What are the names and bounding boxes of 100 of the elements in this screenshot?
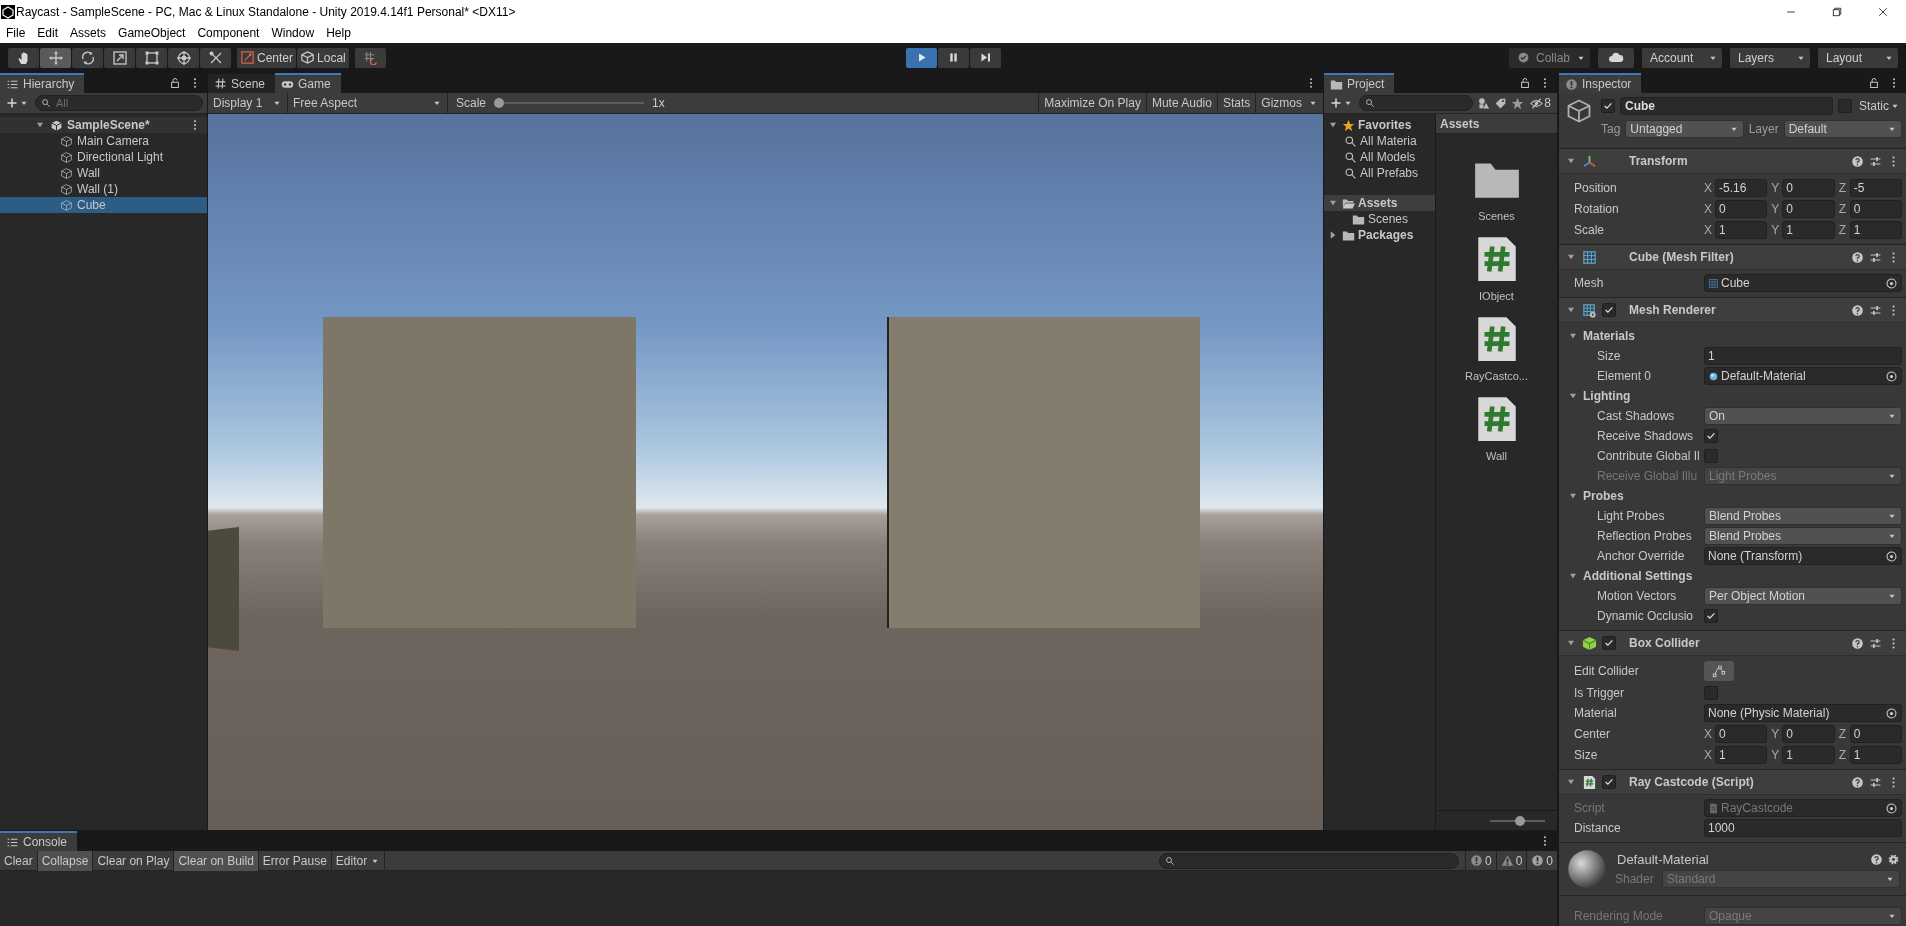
help-icon[interactable]	[1851, 636, 1864, 650]
number-field[interactable]: 0	[1782, 178, 1835, 197]
checkbox[interactable]	[1704, 429, 1718, 443]
rect-tool-button[interactable]	[136, 47, 167, 68]
checkbox[interactable]	[1602, 775, 1616, 789]
static-dropdown[interactable]: Static	[1857, 97, 1902, 115]
menu-item[interactable]: Window	[265, 26, 321, 40]
checkbox[interactable]	[1704, 686, 1718, 700]
number-field[interactable]: 1	[1849, 220, 1902, 239]
hierarchy-item[interactable]: Wall (1)	[0, 181, 207, 197]
object-picker-icon[interactable]	[1885, 549, 1898, 563]
search-field[interactable]	[1359, 95, 1474, 111]
sliders-icon[interactable]	[1869, 250, 1882, 264]
name-field[interactable]: Cube	[1620, 97, 1833, 115]
component-header[interactable]: Cube (Mesh Filter)	[1559, 245, 1906, 270]
object-picker-icon[interactable]	[1885, 276, 1898, 290]
help-icon[interactable]	[1851, 775, 1864, 789]
star-icon[interactable]	[1511, 96, 1525, 110]
sliders-icon[interactable]	[1869, 775, 1882, 789]
display-dropdown[interactable]: Display 1	[208, 92, 288, 114]
panel-tab[interactable]: Console	[0, 831, 78, 851]
aspect-dropdown[interactable]: Free Aspect	[288, 92, 448, 114]
collab-dropdown[interactable]: Collab	[1508, 47, 1590, 68]
tag-dropdown[interactable]: Untagged	[1625, 120, 1744, 138]
component-header[interactable]: Mesh Renderer	[1559, 298, 1906, 323]
grid-snap-button[interactable]	[354, 47, 386, 68]
component-header[interactable]: Ray Castcode (Script)	[1559, 770, 1906, 795]
checkbox[interactable]	[1602, 636, 1616, 650]
hierarchy-item[interactable]: Wall	[0, 165, 207, 181]
object-field[interactable]: None (Physic Material)	[1704, 704, 1902, 722]
text-field[interactable]: 1	[1704, 347, 1902, 365]
layers-dropdown[interactable]: Layers	[1730, 47, 1810, 68]
checkbox[interactable]	[1704, 609, 1718, 623]
sliders-icon[interactable]	[1869, 636, 1882, 650]
help-icon[interactable]	[1851, 303, 1864, 317]
count-toggle[interactable]: 0	[1464, 850, 1496, 871]
sliders-icon[interactable]	[1869, 154, 1882, 168]
section-label[interactable]: Probes	[1583, 489, 1624, 503]
help-icon[interactable]	[1851, 250, 1864, 264]
play-button[interactable]	[905, 47, 937, 68]
step-button[interactable]	[969, 47, 1001, 68]
number-field[interactable]: -5	[1849, 178, 1902, 197]
menu-item[interactable]: GameObject	[112, 26, 192, 40]
panel-tab[interactable]: Project	[1324, 73, 1395, 93]
panel-tab[interactable]: Inspector	[1559, 73, 1642, 93]
object-picker-icon[interactable]	[1885, 706, 1898, 720]
tree-item[interactable]: Scenes	[1324, 211, 1435, 227]
hierarchy-item[interactable]: Cube	[0, 197, 207, 213]
tag-icon[interactable]	[1494, 96, 1508, 110]
section-label[interactable]: Lighting	[1583, 389, 1631, 403]
scale-slider[interactable]	[494, 98, 645, 108]
hidden-packages-toggle[interactable]: 8	[1528, 94, 1553, 112]
cloud-button[interactable]	[1598, 47, 1634, 68]
number-field[interactable]: 0	[1715, 724, 1768, 743]
number-field[interactable]: 1	[1715, 220, 1768, 239]
checkbox[interactable]	[1838, 99, 1852, 113]
count-toggle[interactable]: 0	[1495, 850, 1527, 871]
count-toggle[interactable]: 0	[1526, 850, 1557, 871]
object-field[interactable]: Default-Material	[1704, 367, 1902, 385]
tree-item[interactable]: All Prefabs	[1324, 165, 1435, 181]
section-label[interactable]: Additional Settings	[1583, 569, 1693, 583]
console-toggle[interactable]: Error Pause	[258, 850, 332, 871]
checkbox[interactable]	[1602, 303, 1616, 317]
toggle-button[interactable]: Stats	[1216, 92, 1256, 114]
menu-item[interactable]: Assets	[64, 26, 113, 40]
number-field[interactable]: 0	[1782, 724, 1835, 743]
checkbox[interactable]	[1601, 99, 1615, 113]
asset-label[interactable]: Wall	[1486, 450, 1507, 462]
asset-label[interactable]: IObject	[1479, 290, 1514, 302]
number-field[interactable]: 1	[1782, 220, 1835, 239]
search-field[interactable]	[1158, 852, 1459, 869]
object-field[interactable]: None (Transform)	[1704, 547, 1902, 565]
lock-icon[interactable]	[1519, 77, 1531, 89]
hand-tool-button[interactable]	[8, 47, 39, 68]
toggle-button[interactable]: Mute Audio	[1145, 92, 1217, 114]
number-field[interactable]: 0	[1849, 724, 1902, 743]
toggle-button[interactable]: Maximize On Play	[1038, 92, 1146, 114]
panel-tab[interactable]: Game	[275, 73, 341, 93]
component-header[interactable]: Transform	[1559, 149, 1906, 174]
dropdown[interactable]: On	[1704, 407, 1902, 425]
menu-item[interactable]: Component	[191, 26, 266, 40]
text-field[interactable]: 1000	[1704, 819, 1902, 837]
component-header[interactable]: Box Collider	[1559, 631, 1906, 656]
dropdown[interactable]: Blend Probes	[1704, 527, 1902, 545]
pivot-rotation-button[interactable]: Local	[297, 47, 349, 68]
custom-tool-button[interactable]	[200, 47, 231, 68]
help-icon[interactable]	[1851, 154, 1864, 168]
asset-label[interactable]: Scenes	[1478, 210, 1515, 222]
tree-item[interactable]: Packages	[1324, 227, 1435, 243]
layout-dropdown[interactable]: Layout	[1818, 47, 1898, 68]
search-field[interactable]: All	[35, 95, 203, 111]
hierarchy-item[interactable]: Directional Light	[0, 149, 207, 165]
layer-dropdown[interactable]: Default	[1783, 120, 1902, 138]
transform-tool-button[interactable]	[168, 47, 199, 68]
asset-label[interactable]: RayCastco...	[1465, 370, 1528, 382]
hierarchy-item[interactable]: Main Camera	[0, 133, 207, 149]
settings-icon[interactable]	[1887, 852, 1900, 866]
number-field[interactable]: 1	[1715, 745, 1768, 764]
tree-item[interactable]: All Models	[1324, 149, 1435, 165]
tree-item[interactable]: Favorites	[1324, 117, 1435, 133]
